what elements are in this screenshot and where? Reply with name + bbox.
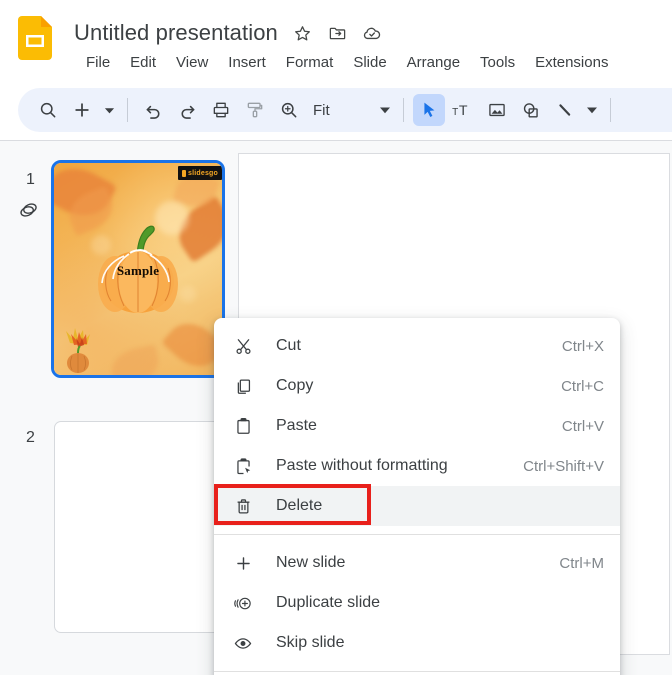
menu-view[interactable]: View [166,52,218,73]
linked-slide-icon [17,199,41,221]
decorative-leaf [108,344,163,375]
insert-image-icon[interactable] [481,94,513,126]
context-menu-separator-2 [214,671,620,672]
slide-thumbnail-1[interactable]: Sample slidesgo [51,160,225,378]
google-slides-logo[interactable] [18,16,52,60]
redo-icon[interactable] [171,94,203,126]
delete-icon [232,495,254,517]
svg-text:T: T [459,103,468,119]
filmstrip-slide-1[interactable]: 1 Sample slidesgo [0,160,228,389]
title-row: Untitled presentation [74,17,383,49]
slide-thumbnail-2[interactable] [54,421,222,633]
slidesgo-watermark: slidesgo [178,166,222,180]
context-menu-label: Duplicate slide [276,594,381,611]
print-icon[interactable] [205,94,237,126]
menu-insert[interactable]: Insert [218,52,276,73]
toolbar-separator-2 [402,98,404,122]
google-slides-app: Untitled presentation File Edit View Ins… [0,0,672,675]
search-icon[interactable] [32,94,64,126]
context-menu-shortcut: Ctrl+M [559,554,604,572]
context-menu-item-new-slide[interactable]: New slide Ctrl+M [214,543,620,583]
zoom-level-label[interactable]: Fit [307,102,336,119]
new-slide-icon [232,552,254,574]
menu-bar: File Edit View Insert Format Slide Arran… [76,49,618,75]
context-menu-label: Cut [276,337,301,354]
slide-1-sample-text: Sample [116,263,160,279]
watermark-label: slidesgo [188,169,218,177]
context-menu-shortcut: Ctrl+C [561,377,604,395]
menu-edit[interactable]: Edit [120,52,166,73]
context-menu-item-duplicate-slide[interactable]: Duplicate slide [214,583,620,623]
main-toolbar: Fit T T [18,88,672,132]
new-slide-dropdown-caret[interactable] [100,95,118,125]
zoom-icon[interactable] [273,94,305,126]
select-tool-icon[interactable] [412,94,445,126]
context-menu-separator-1 [214,534,620,535]
app-header: Untitled presentation File Edit View Ins… [0,0,672,84]
pumpkin-illustration: Sample [84,214,192,324]
duplicate-slide-icon [232,592,254,614]
filmstrip-slide-2[interactable]: 2 [0,421,228,647]
undo-icon[interactable] [137,94,169,126]
shape-icon[interactable] [515,94,547,126]
context-menu-item-cut[interactable]: Cut Ctrl+X [214,326,620,366]
page-title[interactable]: Untitled presentation [74,20,278,46]
line-icon[interactable] [549,94,581,126]
svg-text:T: T [452,107,458,118]
context-menu-label: New slide [276,554,346,571]
context-menu-label: Paste without formatting [276,457,448,474]
menu-format[interactable]: Format [276,52,344,73]
text-box-icon[interactable]: T T [447,94,479,126]
context-menu-item-paste-without-formatting[interactable]: Paste without formatting Ctrl+Shift+V [214,446,620,486]
menu-file[interactable]: File [76,52,120,73]
watermark-mark [182,169,186,177]
paste-icon [232,415,254,437]
context-menu-item-delete[interactable]: Delete [214,486,620,526]
slide-number-2: 2 [26,429,35,446]
context-menu-item-skip-slide[interactable]: Skip slide [214,623,620,663]
toolbar-separator-3 [609,98,611,122]
workspace: 1 Sample slidesgo 2 Cut Ctrl+X Copy Ctrl… [0,140,672,675]
menu-slide[interactable]: Slide [343,52,396,73]
toolbar-region: Fit T T [0,86,672,138]
copy-icon [232,375,254,397]
cut-icon [232,335,254,357]
line-dropdown-caret[interactable] [583,95,601,125]
context-menu-label: Copy [276,377,314,394]
paste-without-formatting-icon [232,455,254,477]
decorative-autumn-bouquet [58,323,102,375]
menu-extensions[interactable]: Extensions [525,52,618,73]
menu-arrange[interactable]: Arrange [397,52,470,73]
context-menu-shortcut: Ctrl+X [561,337,604,355]
context-menu-item-copy[interactable]: Copy Ctrl+C [214,366,620,406]
zoom-dropdown-caret[interactable] [376,95,394,125]
context-menu-shortcut: Ctrl+Shift+V [523,457,604,475]
new-slide-icon[interactable] [66,94,98,126]
context-menu-label: Skip slide [276,634,345,651]
cloud-saved-icon[interactable] [362,23,383,44]
toolbar-separator-1 [127,98,128,122]
menu-tools[interactable]: Tools [470,52,525,73]
context-menu-shortcut: Ctrl+V [561,417,604,435]
star-icon[interactable] [292,23,313,44]
context-menu-label: Paste [276,417,317,434]
context-menu-label: Delete [276,497,323,514]
move-to-folder-icon[interactable] [327,23,348,44]
context-menu-item-paste[interactable]: Paste Ctrl+V [214,406,620,446]
slide-context-menu[interactable]: Cut Ctrl+X Copy Ctrl+C Paste Ctrl+V Past… [214,318,620,675]
paint-format-icon[interactable] [239,94,271,126]
skip-slide-icon [232,632,254,654]
slide-filmstrip[interactable]: 1 Sample slidesgo 2 [0,141,228,675]
slide-number-1: 1 [26,171,35,188]
